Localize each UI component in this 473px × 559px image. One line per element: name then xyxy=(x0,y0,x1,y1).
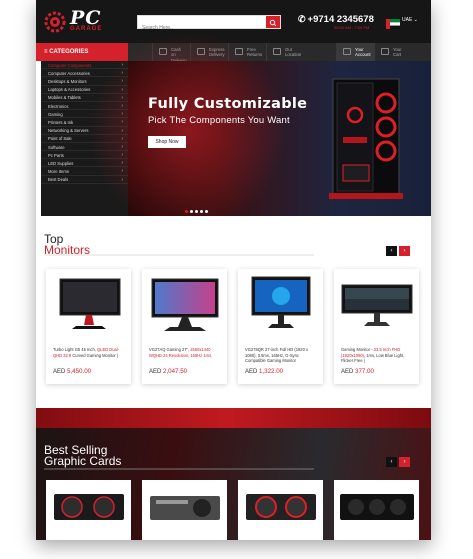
graphics-card-image xyxy=(150,496,220,520)
categories-label: CATEGORIES xyxy=(49,49,89,55)
section-divider xyxy=(44,254,314,256)
page-frame: PC GARAGE ✆+9714 2345678 00:00 AM - 7:00… xyxy=(36,0,431,540)
price-currency: AED xyxy=(53,369,66,375)
section-title: Top Monitors xyxy=(44,233,90,256)
nav-label: Account xyxy=(355,52,371,58)
monitor-image xyxy=(151,278,219,331)
product-card[interactable]: VG27AQ Gaming 27", 2560x1440 WQHD 24 Res… xyxy=(142,269,227,384)
price-value: 377.00 xyxy=(355,368,374,375)
price-currency: AED xyxy=(245,369,258,375)
product-price: AED 2,047.50 xyxy=(149,368,187,375)
sidebar-item-label: Networking & Servers xyxy=(48,128,89,134)
sidebar-item-label: Computer Components xyxy=(48,62,92,68)
uae-flag-icon[interactable] xyxy=(386,16,400,29)
carousel-dot[interactable] xyxy=(185,210,188,213)
price-currency: AED xyxy=(341,369,354,375)
pc-case-image xyxy=(329,78,403,199)
section-title-sub: Graphic Cards xyxy=(44,454,122,468)
product-name: VG278QR 27-inch Full HD (1920 x 1080), 0… xyxy=(245,347,318,364)
product-name-text: Turbo Light G5 45 Inch, xyxy=(53,347,97,352)
product-price: AED 1,322.00 xyxy=(245,368,283,375)
prev-arrow-button[interactable]: ‹ xyxy=(386,457,397,467)
nav-your-account[interactable]: Your Account xyxy=(336,43,374,61)
sidebar-item-label: Laptops & Accessories xyxy=(48,87,91,93)
red-band xyxy=(36,408,431,428)
carousel-arrows: ‹ › xyxy=(386,239,410,256)
carousel-dot[interactable] xyxy=(190,210,193,213)
language-selector[interactable]: UAE ⌄ xyxy=(402,17,418,23)
product-name: Turbo Light G5 45 Inch, QLED Dual-QHD 32… xyxy=(53,347,126,358)
carousel-dot[interactable] xyxy=(200,210,203,213)
section-title: Best Selling Graphic Cards xyxy=(44,444,122,468)
search-box xyxy=(137,15,281,34)
price-currency: AED xyxy=(149,369,162,375)
product-name: VG27AQ Gaming 27", 2560x1440 WQHD 24 Res… xyxy=(149,347,222,358)
sidebar-item-label: Printers & Ink xyxy=(48,120,74,125)
graphics-card-image xyxy=(54,494,124,520)
sidebar-item-label: LED Supplies xyxy=(48,160,74,166)
hero-subtitle: Pick The Components You Want xyxy=(148,115,290,126)
product-price: AED 5,450.00 xyxy=(53,368,91,375)
carousel-arrows: ‹ › xyxy=(386,450,410,467)
product-card[interactable] xyxy=(334,480,419,540)
product-card[interactable]: VG278QR 27-inch Full HD (1920 x 1080), 0… xyxy=(238,269,323,384)
user-icon xyxy=(343,48,351,55)
monitor-image xyxy=(251,276,311,328)
nav-your-cart[interactable]: Your Cart xyxy=(374,43,431,61)
shop-now-button[interactable]: Shop Now xyxy=(148,136,186,148)
opening-hours: 00:00 AM - 7:00 PM xyxy=(334,25,370,30)
nav-label: Your xyxy=(393,47,402,52)
carousel-dot[interactable] xyxy=(195,210,198,213)
sidebar-item-label: Computer Accessories xyxy=(48,70,90,76)
next-arrow-button[interactable]: › xyxy=(399,246,410,256)
graphics-card-image xyxy=(340,494,414,520)
gear-logo-icon xyxy=(44,11,66,33)
monitor-image xyxy=(59,278,121,329)
hero-banner: Fully Customizable Pick The Components Y… xyxy=(88,31,431,231)
product-name-text: VG27AQ Gaming 27", xyxy=(149,347,191,352)
price-value: 5,450.00 xyxy=(67,368,92,375)
product-card[interactable] xyxy=(238,480,323,540)
phone-text: +9714 2345678 xyxy=(307,14,374,25)
graphics-card-image xyxy=(246,494,316,520)
nav-label: Cart xyxy=(393,52,402,58)
product-name-text: VG278QR 27-inch Full HD (1920 x 1080), 0… xyxy=(245,347,309,364)
sidebar-item-label: Mobiles & Tablets xyxy=(48,95,81,101)
sidebar-item-label: Pc Parts xyxy=(48,152,64,158)
product-card[interactable] xyxy=(46,480,131,540)
hero-title: Fully Customizable xyxy=(148,96,308,112)
phone-number[interactable]: ✆ +9714 2345678 xyxy=(298,14,374,25)
product-card[interactable]: Turbo Light G5 45 Inch, QLED Dual-QHD 32… xyxy=(46,269,131,384)
sidebar-item-label: More Items xyxy=(48,169,69,175)
prev-arrow-button[interactable]: ‹ xyxy=(386,246,397,256)
menu-icon: ≡ xyxy=(44,49,48,55)
sidebar-item-label: Desktops & Monitors xyxy=(48,79,87,85)
product-card[interactable]: Gaming Monitor - 23.5 Inch FHD (1920x108… xyxy=(334,269,419,384)
language-label: UAE xyxy=(402,17,413,23)
top-monitors-section: Top Monitors ‹ › Turbo Light G5 45 Inch, … xyxy=(36,216,431,396)
product-name-text: Curved Gaming Monitor | xyxy=(71,352,118,358)
graphic-cards-section: Best Selling Graphic Cards ‹ › xyxy=(36,408,431,540)
product-card[interactable] xyxy=(142,480,227,540)
carousel-dot[interactable] xyxy=(205,210,208,213)
cart-icon xyxy=(381,48,389,55)
sidebar-item-label: Best Deals xyxy=(48,177,69,183)
sidebar-item-label: Gaming xyxy=(48,111,63,117)
product-price: AED 377.00 xyxy=(341,368,374,375)
search-button[interactable] xyxy=(266,16,280,28)
sidebar-item-label: Software xyxy=(48,144,65,150)
price-value: 2,047.50 xyxy=(163,368,188,375)
nav-label: Your xyxy=(355,47,364,52)
section-divider xyxy=(44,468,314,470)
price-value: 1,322.00 xyxy=(259,368,284,375)
product-name: Gaming Monitor - 23.5 Inch FHD (1920x108… xyxy=(341,347,414,364)
chevron-down-icon: ⌄ xyxy=(413,17,418,23)
search-icon xyxy=(269,19,277,27)
sidebar-item-label: Point of Sale xyxy=(48,136,72,142)
phone-icon: ✆ xyxy=(298,14,306,24)
monitor-image xyxy=(341,284,413,326)
next-arrow-button[interactable]: › xyxy=(399,457,410,467)
sidebar-item-label: Electronics xyxy=(48,103,69,109)
product-name-text: Gaming Monitor - xyxy=(341,347,374,352)
